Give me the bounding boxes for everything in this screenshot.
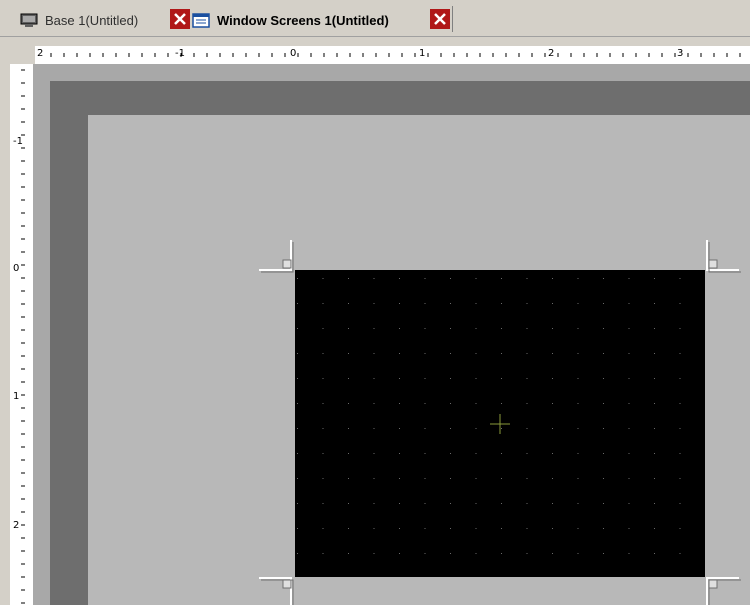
vertical-ruler: -1 0 1 2 (10, 64, 33, 605)
h-ruler-label: 2 (548, 48, 555, 59)
resize-handle-top-right[interactable] (706, 240, 741, 273)
v-ruler-label: 2 (13, 520, 20, 531)
h-ruler-label: 0 (290, 48, 297, 59)
window-screen-icon (192, 12, 210, 28)
h-ruler-label: -1 (175, 48, 185, 59)
h-ruler-label: 3 (677, 48, 684, 59)
tab-window-screens-1-label: Window Screens 1(Untitled) (217, 12, 389, 28)
close-window-screens-1-button[interactable] (430, 9, 450, 29)
tab-base-1-label: Base 1(Untitled) (45, 12, 139, 28)
horizontal-ruler: 2 -1 0 1 2 3 (35, 46, 750, 64)
resize-handle-bottom-right[interactable] (706, 577, 741, 605)
screen-tab-bar: Base 1(Untitled) Window Screens 1(Untitl… (0, 0, 750, 37)
editor-canvas[interactable] (33, 64, 750, 605)
tab-separator (452, 6, 453, 32)
tab-base-1[interactable]: Base 1(Untitled) (20, 9, 138, 31)
resize-handle-top-left[interactable] (259, 240, 294, 273)
v-ruler-label: -1 (13, 136, 23, 147)
h-ruler-label: 2 (37, 48, 44, 59)
h-ruler-label: 1 (419, 48, 426, 59)
tab-window-screens-1[interactable]: Window Screens 1(Untitled) (192, 9, 389, 31)
close-icon (174, 13, 186, 25)
window-screen-area[interactable] (295, 270, 705, 577)
v-ruler-label: 1 (13, 391, 20, 402)
close-base-1-button[interactable] (170, 9, 190, 29)
resize-handle-bottom-left[interactable] (259, 577, 294, 605)
v-ruler-label: 0 (13, 263, 20, 274)
center-crosshair-icon (490, 414, 510, 434)
ruler-corner (10, 46, 35, 64)
base-screen-icon (20, 13, 38, 28)
close-icon (434, 13, 446, 25)
